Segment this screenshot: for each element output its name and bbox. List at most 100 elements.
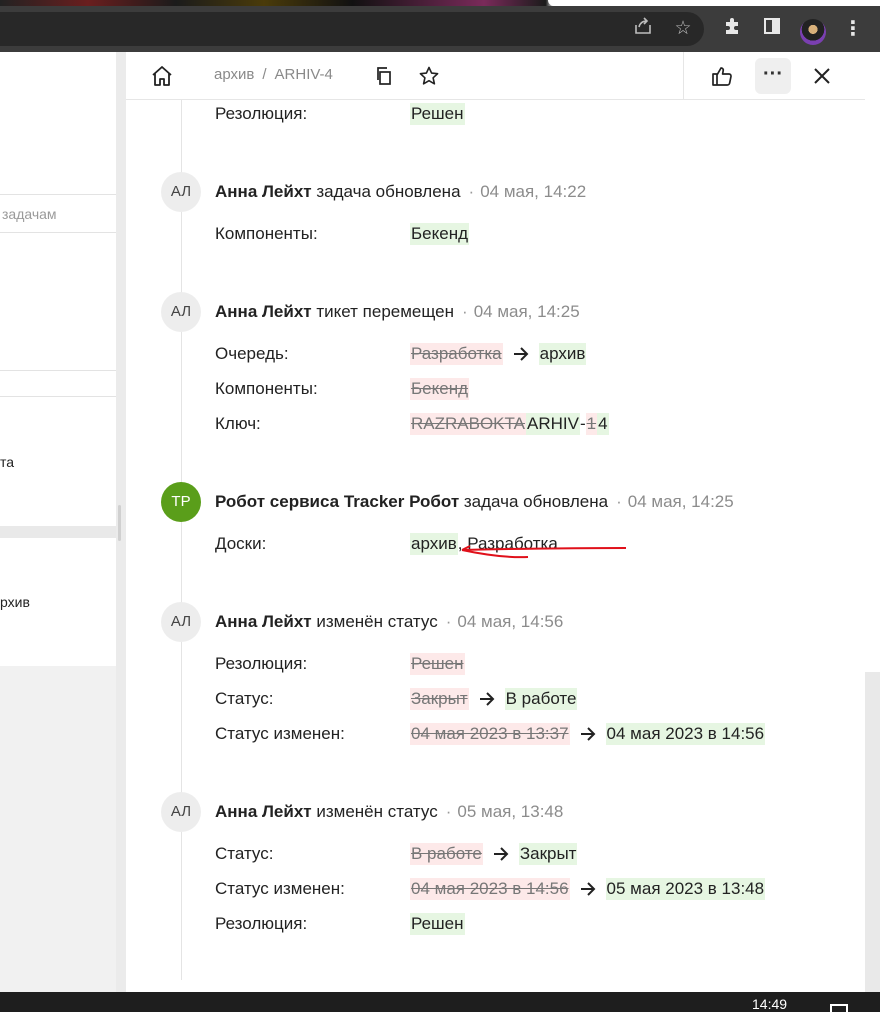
field-change: 04 мая 2023 в 13:37 04 мая 2023 в 14:56 <box>410 723 766 745</box>
field-label: Доски: <box>215 534 267 553</box>
divider <box>0 194 116 195</box>
field-label: Резолюция: <box>215 914 308 933</box>
new-value: архив <box>538 343 587 365</box>
field-change: В работе Закрыт <box>410 843 578 865</box>
background-app: задачам та рхив <box>0 52 116 992</box>
annotation-underline <box>461 545 627 559</box>
old-value: 04 мая 2023 в 13:37 <box>410 723 570 745</box>
entry-timestamp[interactable]: 05 мая, 13:48 <box>457 802 563 821</box>
entry-timestamp[interactable]: 04 мая, 14:25 <box>628 492 734 511</box>
author-avatar[interactable]: АЛ <box>161 602 201 642</box>
field-change: Решен <box>410 653 465 675</box>
taskbar: 14:49 <box>0 992 880 1012</box>
breadcrumb-issue-key[interactable]: ARHIV-4 <box>275 66 333 83</box>
scrollbar[interactable] <box>118 505 121 541</box>
bookmark-star-icon[interactable]: ☆ <box>670 16 696 42</box>
thumbs-up-icon[interactable] <box>709 63 735 89</box>
new-value: Бекенд <box>410 223 470 245</box>
author-avatar[interactable]: АЛ <box>161 172 201 212</box>
copy-icon[interactable] <box>371 63 397 89</box>
field-label: Ключ: <box>215 414 261 433</box>
separator-dot: · <box>468 182 475 201</box>
new-value: 4 <box>597 413 609 435</box>
arrow-right-icon <box>579 725 597 743</box>
field-change: Разработка архив <box>410 343 587 365</box>
new-value: Решен <box>410 103 465 125</box>
new-value: 05 мая 2023 в 13:48 <box>605 878 766 900</box>
search-input[interactable]: задачам <box>2 206 57 222</box>
old-value: RAZRABOKTA <box>410 413 526 435</box>
field-label: Статус: <box>215 844 274 863</box>
list-item[interactable]: та <box>0 454 14 470</box>
author-avatar[interactable]: TP <box>161 482 201 522</box>
issue-history-panel: архив / ARHIV-4 ··· Резолюция: Решен АЛ Анна … <box>126 52 865 992</box>
arrow-right-icon <box>492 845 510 863</box>
author-name[interactable]: Анна Лейхт <box>215 612 312 631</box>
field-change: Закрыт В работе <box>410 688 578 710</box>
entry-timestamp[interactable]: 04 мая, 14:25 <box>474 302 580 321</box>
entry-action: изменён статус <box>316 802 438 821</box>
entry-action: задача обновлена <box>316 182 461 201</box>
separator-dot: · <box>462 302 468 321</box>
entry-timestamp[interactable]: 04 мая, 14:56 <box>457 612 563 631</box>
field-label: Статус изменен: <box>215 724 345 743</box>
arrow-right-icon <box>478 690 496 708</box>
extensions-icon[interactable] <box>719 16 745 42</box>
entry-timestamp[interactable]: 04 мая, 14:22 <box>480 182 586 201</box>
list-item[interactable]: рхив <box>0 594 30 610</box>
arrow-right-icon <box>512 345 530 363</box>
entry-action: тикет перемещен <box>316 302 455 321</box>
author-avatar[interactable]: АЛ <box>161 792 201 832</box>
browser-toolbar: ☆ ⋮ <box>0 6 880 52</box>
favorite-star-icon[interactable] <box>416 63 442 89</box>
separator-dot: · <box>445 612 452 631</box>
divider <box>0 526 116 538</box>
notification-icon[interactable] <box>830 1004 848 1012</box>
breadcrumb-queue[interactable]: архив <box>214 66 254 83</box>
entry-action: изменён статус <box>316 612 438 631</box>
breadcrumb-separator: / <box>262 66 267 83</box>
profile-avatar[interactable] <box>800 19 826 45</box>
new-value: Решен <box>410 913 465 935</box>
panel-header: архив / ARHIV-4 ··· <box>126 52 865 100</box>
divider <box>0 396 116 397</box>
old-value: Решен <box>410 653 465 675</box>
taskbar-clock[interactable]: 14:49 <box>752 996 787 1012</box>
field-change: Бекенд <box>410 378 470 400</box>
field-label: Компоненты: <box>215 224 318 243</box>
entry-header: Анна Лейхт задача обновлена · 04 мая, 14:2… <box>215 182 586 202</box>
field-label: Очередь: <box>215 344 289 363</box>
share-icon[interactable] <box>630 16 656 42</box>
address-bar[interactable] <box>0 12 704 46</box>
side-panel-icon[interactable] <box>759 16 785 42</box>
author-name[interactable]: Анна Лейхт <box>215 802 312 821</box>
field-change: Решен <box>410 913 465 935</box>
header-divider <box>683 52 684 100</box>
entry-header: Анна Лейхт изменён статус · 04 мая, 14:56 <box>215 612 563 632</box>
breadcrumb: архив / ARHIV-4 <box>214 66 333 83</box>
author-name[interactable]: Анна Лейхт <box>215 182 312 201</box>
new-value: ARHIV <box>525 413 580 435</box>
home-icon[interactable] <box>149 63 175 89</box>
old-value: Разработка <box>410 343 503 365</box>
author-name[interactable]: Робот сервиса Tracker Робот <box>215 492 459 511</box>
field-change: RAZRABOKTA ARHIV -1 4 <box>410 413 609 435</box>
arrow-right-icon <box>579 880 597 898</box>
separator-dot: · <box>445 802 452 821</box>
divider <box>0 370 116 371</box>
more-actions-button[interactable]: ··· <box>755 58 791 94</box>
new-value: 04 мая 2023 в 14:56 <box>605 723 766 745</box>
timeline-line <box>181 100 182 980</box>
right-gutter-lower <box>865 672 880 992</box>
author-avatar[interactable]: АЛ <box>161 292 201 332</box>
field-change: 04 мая 2023 в 14:56 05 мая 2023 в 13:48 <box>410 878 766 900</box>
new-value: Закрыт <box>518 843 578 865</box>
field-label: Статус: <box>215 689 274 708</box>
author-name[interactable]: Анна Лейхт <box>215 302 312 321</box>
field-change: Бекенд <box>410 223 470 245</box>
old-value: 04 мая 2023 в 14:56 <box>410 878 570 900</box>
close-icon[interactable] <box>809 63 835 89</box>
menu-kebab-icon[interactable]: ⋮ <box>840 16 866 42</box>
separator-dot: · <box>616 492 622 511</box>
old-value: В работе <box>410 843 483 865</box>
